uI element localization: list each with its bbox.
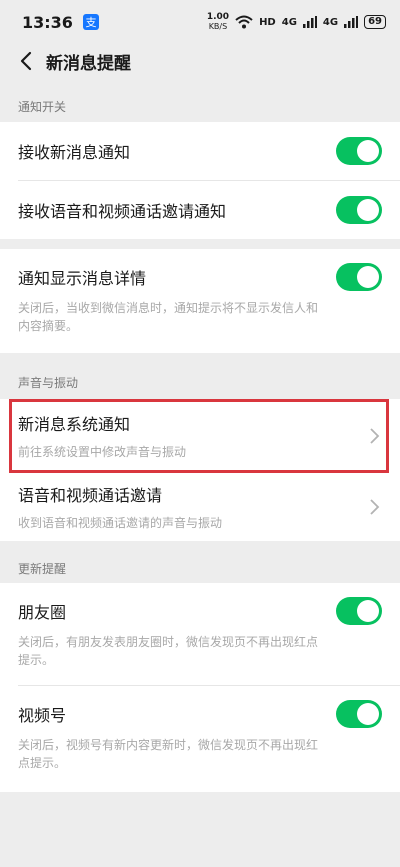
row-sub: 收到语音和视频通话邀请的声音与振动 [18, 516, 223, 530]
row-label: 语音和视频通话邀请 [18, 486, 163, 505]
row-label: 通知显示消息详情 [18, 269, 147, 288]
row-label: 接收新消息通知 [18, 143, 131, 162]
moments-toggle[interactable] [336, 597, 382, 625]
section-label-sound-vibration: 声音与振动 [18, 375, 79, 390]
show-detail-toggle[interactable] [336, 263, 382, 291]
group-update-reminder: 朋友圈 关闭后，有朋友发表朋友圈时，微信发现页不再出现红点提示。 视频号 关闭后… [0, 583, 400, 792]
back-icon[interactable] [14, 49, 38, 73]
row-system-notify[interactable]: 新消息系统通知 前往系统设置中修改声音与振动 [0, 399, 400, 473]
net-speed-unit: KB/S [208, 22, 228, 31]
row-label: 视频号 [18, 706, 67, 725]
row-label: 朋友圈 [18, 603, 67, 622]
toggle-knob [357, 703, 379, 725]
row-sub: 关闭后，当收到微信消息时，通知提示将不显示发信人和内容摘要。 [18, 301, 319, 333]
net-speed: 1.00 KB/S [206, 12, 230, 32]
group-show-detail: 通知显示消息详情 关闭后，当收到微信消息时，通知提示将不显示发信人和内容摘要。 [0, 249, 400, 353]
chevron-right-icon [370, 499, 380, 515]
nav-bar: 新消息提醒 [0, 44, 400, 78]
row-sub: 关闭后，视频号有新内容更新时，微信发现页不再出现红点提示。 [18, 738, 319, 770]
battery-icon: 69 [364, 15, 386, 29]
row-call-invite[interactable]: 语音和视频通话邀请 收到语音和视频通话邀请的声音与振动 [0, 473, 400, 541]
signal-bars-icon-2 [344, 16, 359, 28]
status-time: 13:36 [22, 12, 73, 32]
row-label: 新消息系统通知 [18, 415, 131, 434]
channels-toggle[interactable] [336, 700, 382, 728]
status-icons: 1.00 KB/S HD 4G 4G 69 [207, 13, 386, 31]
receive-msg-toggle[interactable] [336, 137, 382, 165]
toggle-knob [357, 199, 379, 221]
signal-4g-1: 4G [281, 16, 297, 28]
row-moments: 朋友圈 关闭后，有朋友发表朋友圈时，微信发现页不再出现红点提示。 [0, 583, 400, 685]
chevron-right-icon [370, 428, 380, 444]
row-sub: 关闭后，有朋友发表朋友圈时，微信发现页不再出现红点提示。 [18, 635, 319, 667]
toggle-knob [357, 600, 379, 622]
signal-bars-icon [302, 16, 317, 28]
row-receive-call: 接收语音和视频通话邀请通知 [0, 181, 400, 239]
toggle-knob [357, 266, 379, 288]
wifi-icon [235, 15, 253, 29]
section-label-update-reminder: 更新提醒 [18, 561, 67, 576]
page-title: 新消息提醒 [46, 53, 131, 74]
row-sub: 前往系统设置中修改声音与振动 [18, 445, 187, 459]
group-sound-vibration: 新消息系统通知 前往系统设置中修改声音与振动 语音和视频通话邀请 收到语音和视频… [0, 399, 400, 541]
receive-call-toggle[interactable] [336, 196, 382, 224]
section-label-notify-switch: 通知开关 [18, 99, 67, 114]
net-speed-value: 1.00 [206, 12, 230, 22]
signal-4g-2: 4G [322, 16, 339, 28]
row-receive-msg: 接收新消息通知 [0, 122, 400, 180]
row-channels: 视频号 关闭后，视频号有新内容更新时，微信发现页不再出现红点提示。 [0, 686, 400, 792]
toggle-knob [357, 140, 379, 162]
hd-indicator: HD [259, 16, 276, 28]
row-show-detail: 通知显示消息详情 关闭后，当收到微信消息时，通知提示将不显示发信人和内容摘要。 [0, 249, 400, 353]
row-label: 接收语音和视频通话邀请通知 [18, 202, 227, 221]
alipay-icon: 支 [82, 14, 99, 30]
group-notify-switch: 接收新消息通知 接收语音和视频通话邀请通知 [0, 122, 400, 239]
status-bar: 13:36 支 1.00 KB/S HD 4G 4G 69 [0, 0, 400, 44]
